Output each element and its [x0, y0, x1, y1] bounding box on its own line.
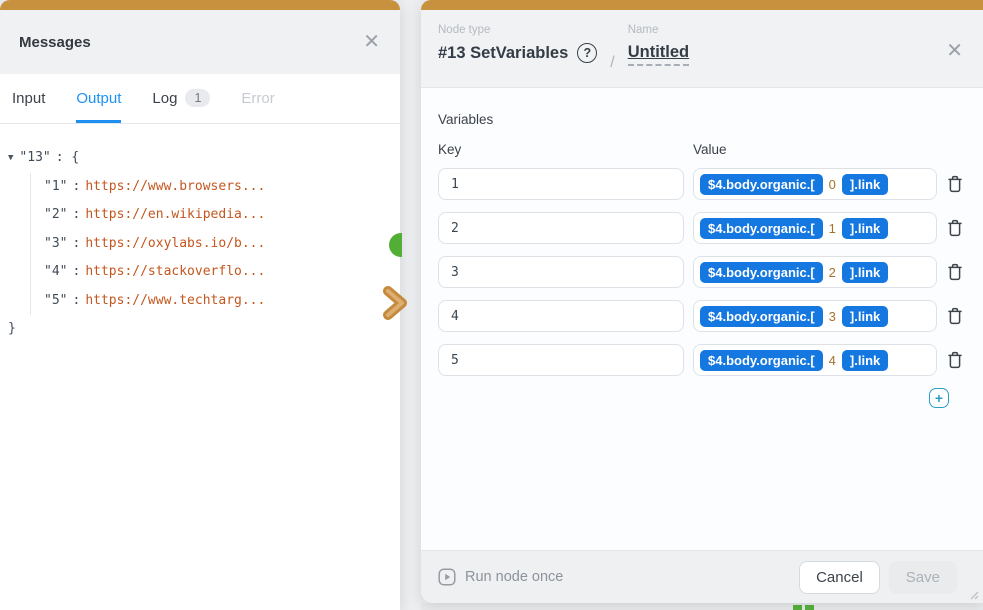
- tab-log[interactable]: Log 1: [152, 75, 210, 123]
- node-type-group: Node type #13 SetVariables ?: [438, 24, 597, 63]
- cancel-button[interactable]: Cancel: [799, 561, 880, 594]
- expression-chip[interactable]: ].link: [842, 174, 888, 195]
- json-url-value: https://en.wikipedia...: [85, 207, 265, 222]
- node-name-group: Name Untitled: [628, 24, 689, 66]
- chip-index-literal: 0: [829, 177, 836, 192]
- variable-row: $4.body.organic.[ 4 ].link: [438, 344, 963, 376]
- node-editor-panel: Node type #13 SetVariables ? / Name Unti…: [421, 0, 983, 603]
- variables-column-headers: Key Value: [438, 142, 963, 157]
- close-icon[interactable]: ✕: [946, 24, 963, 61]
- header-slash-separator: /: [610, 54, 614, 72]
- key-input[interactable]: [438, 168, 684, 200]
- run-node-once-button[interactable]: Run node once: [438, 568, 563, 586]
- collapse-triangle-icon[interactable]: ▼: [8, 144, 13, 173]
- messages-title: Messages: [19, 34, 91, 51]
- close-icon[interactable]: ✕: [363, 32, 380, 52]
- expression-chip[interactable]: $4.body.organic.[: [700, 306, 823, 327]
- json-entry: "1":https://www.browsers...: [44, 173, 390, 202]
- delete-row-icon[interactable]: [947, 307, 963, 325]
- resize-grip-icon[interactable]: [968, 589, 979, 600]
- log-count-badge: 1: [185, 89, 210, 107]
- expression-chip[interactable]: ].link: [842, 306, 888, 327]
- value-field[interactable]: $4.body.organic.[ 0 ].link: [693, 168, 937, 200]
- tab-error-label: Error: [241, 90, 274, 107]
- value-field[interactable]: $4.body.organic.[ 2 ].link: [693, 256, 937, 288]
- json-root-key: "13": [19, 144, 50, 173]
- help-icon[interactable]: ?: [577, 43, 597, 63]
- value-field[interactable]: $4.body.organic.[ 1 ].link: [693, 212, 937, 244]
- delete-row-icon[interactable]: [947, 263, 963, 281]
- chip-index-literal: 2: [829, 265, 836, 280]
- node-name-label: Name: [628, 24, 689, 36]
- expression-chip[interactable]: $4.body.organic.[: [700, 262, 823, 283]
- messages-panel: Messages ✕ Input Output Log 1 Error ▼ "1…: [0, 0, 400, 610]
- panel-accent-bar: [421, 0, 983, 10]
- delete-row-icon[interactable]: [947, 219, 963, 237]
- json-entry: "4":https://stackoverflo...: [44, 258, 390, 287]
- panel-accent-bar: [0, 0, 400, 10]
- variable-row: $4.body.organic.[ 0 ].link: [438, 168, 963, 200]
- delete-row-icon[interactable]: [947, 175, 963, 193]
- key-input[interactable]: [438, 256, 684, 288]
- json-url-value: https://stackoverflo...: [85, 264, 265, 279]
- json-url-value: https://oxylabs.io/b...: [85, 236, 265, 251]
- value-column-header: Value: [693, 142, 937, 157]
- variable-row: $4.body.organic.[ 1 ].link: [438, 212, 963, 244]
- json-closing-brace: }: [8, 315, 390, 344]
- variables-title: Variables: [438, 112, 963, 127]
- node-type-value: #13 SetVariables: [438, 44, 568, 63]
- key-input[interactable]: [438, 300, 684, 332]
- variable-row: $4.body.organic.[ 2 ].link: [438, 256, 963, 288]
- chip-index-literal: 1: [829, 221, 836, 236]
- tab-log-label: Log: [152, 90, 177, 107]
- output-json-tree: ▼ "13" : { "1":https://www.browsers... "…: [0, 124, 400, 344]
- edge-chevron-icon: [382, 286, 414, 320]
- json-entry: "3":https://oxylabs.io/b...: [44, 230, 390, 259]
- messages-header: Messages ✕: [0, 10, 400, 74]
- key-column-header: Key: [438, 142, 684, 157]
- canvas-node-fragment: [805, 605, 814, 610]
- node-type-label: Node type: [438, 24, 597, 36]
- chip-index-literal: 4: [829, 353, 836, 368]
- expression-chip[interactable]: ].link: [842, 262, 888, 283]
- json-entry: "2":https://en.wikipedia...: [44, 201, 390, 230]
- run-node-once-label: Run node once: [465, 569, 563, 585]
- tab-error: Error: [241, 76, 274, 123]
- expression-chip[interactable]: $4.body.organic.[: [700, 350, 823, 371]
- messages-tabbar: Input Output Log 1 Error: [0, 74, 400, 124]
- node-editor-header: Node type #13 SetVariables ? / Name Unti…: [421, 10, 983, 88]
- json-root-line: ▼ "13" : {: [8, 144, 390, 173]
- chip-index-literal: 3: [829, 309, 836, 324]
- expression-chip[interactable]: ].link: [842, 218, 888, 239]
- variables-section: Variables Key Value $4.body.organic.[ 0 …: [421, 88, 983, 550]
- tab-output-label: Output: [76, 90, 121, 107]
- json-url-value: https://www.browsers...: [85, 179, 265, 194]
- value-field[interactable]: $4.body.organic.[ 4 ].link: [693, 344, 937, 376]
- canvas-node-fragment: [793, 605, 802, 610]
- expression-chip[interactable]: ].link: [842, 350, 888, 371]
- json-entries: "1":https://www.browsers... "2":https://…: [30, 173, 390, 316]
- add-variable-button[interactable]: +: [929, 388, 949, 408]
- expression-chip[interactable]: $4.body.organic.[: [700, 174, 823, 195]
- editor-footer: Run node once Cancel Save: [421, 550, 983, 603]
- json-root-brace: : {: [51, 144, 84, 173]
- tab-input[interactable]: Input: [12, 76, 45, 123]
- node-name-value[interactable]: Untitled: [628, 43, 689, 66]
- json-entry: "5":https://www.techtarg...: [44, 287, 390, 316]
- json-url-value: https://www.techtarg...: [85, 293, 265, 308]
- tab-input-label: Input: [12, 90, 45, 107]
- key-input[interactable]: [438, 344, 684, 376]
- play-icon: [438, 568, 456, 586]
- add-row-container: +: [438, 388, 963, 408]
- canvas-background: [421, 603, 983, 610]
- expression-chip[interactable]: $4.body.organic.[: [700, 218, 823, 239]
- key-input[interactable]: [438, 212, 684, 244]
- delete-row-icon[interactable]: [947, 351, 963, 369]
- tab-output[interactable]: Output: [76, 76, 121, 123]
- variable-row: $4.body.organic.[ 3 ].link: [438, 300, 963, 332]
- save-button[interactable]: Save: [889, 561, 957, 594]
- value-field[interactable]: $4.body.organic.[ 3 ].link: [693, 300, 937, 332]
